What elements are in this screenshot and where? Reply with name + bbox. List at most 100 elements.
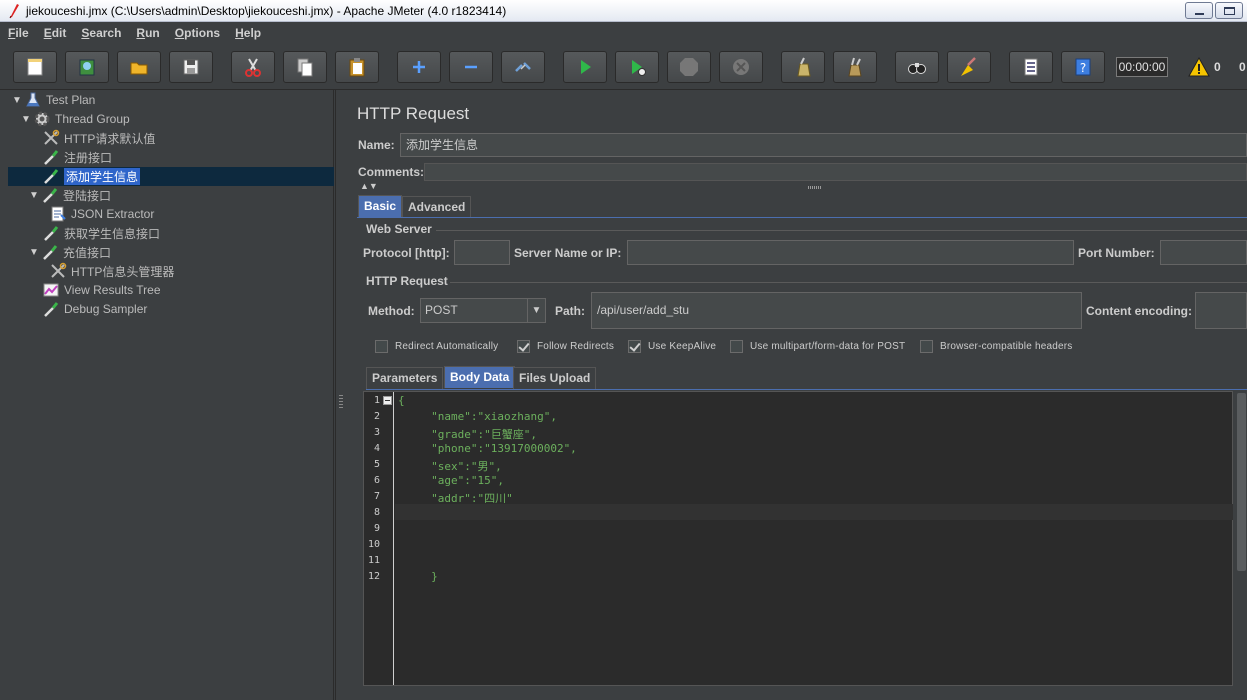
- warning-icon[interactable]: [1188, 56, 1210, 78]
- protocol-input[interactable]: [454, 240, 510, 265]
- port-number-input[interactable]: [1160, 240, 1247, 265]
- open-button[interactable]: [117, 51, 161, 83]
- shutdown-icon: [733, 59, 749, 75]
- minimize-button[interactable]: [1185, 2, 1213, 19]
- tree-node-add-student[interactable]: 添加学生信息: [42, 167, 141, 185]
- paste-icon: [349, 58, 365, 77]
- templates-button[interactable]: [65, 51, 109, 83]
- tab-advanced[interactable]: Advanced: [402, 196, 472, 218]
- menu-file[interactable]: File: [6, 26, 31, 40]
- tree-node-thread-group[interactable]: ▼ Thread Group: [21, 110, 130, 128]
- browser-compatible-headers-checkbox[interactable]: Browser-compatible headers: [920, 340, 1072, 353]
- sampler-pipette-icon: [44, 226, 59, 241]
- use-keepalive-checkbox[interactable]: Use KeepAlive: [628, 340, 716, 353]
- menu-edit[interactable]: Edit: [42, 26, 69, 40]
- tree-node-label: 获取学生信息接口: [64, 226, 161, 241]
- start-button[interactable]: [563, 51, 607, 83]
- tree-node-header-manager[interactable]: HTTP信息头管理器: [49, 262, 174, 280]
- reset-search-button[interactable]: [947, 51, 991, 83]
- tree-node-http-defaults[interactable]: HTTP请求默认值: [42, 129, 155, 147]
- checkbox-box[interactable]: [375, 340, 388, 353]
- redirect-automatically-checkbox[interactable]: Redirect Automatically: [375, 340, 498, 353]
- method-select[interactable]: POST ▼: [420, 298, 546, 323]
- comments-label: Comments:: [358, 165, 425, 179]
- expand-all-button[interactable]: [397, 51, 441, 83]
- tree-node-login-api[interactable]: ▼ 登陆接口: [29, 186, 111, 204]
- tree-expand-arrow-icon[interactable]: ▼: [12, 95, 22, 106]
- collapse-arrows-icon[interactable]: ▲▼: [360, 181, 378, 191]
- chevron-down-icon[interactable]: ▼: [527, 299, 545, 322]
- body-data-editor[interactable]: 1 2 3 4 5 6 7 8 9 10 11 12 { "name":"xia…: [363, 391, 1233, 686]
- search-button[interactable]: [895, 51, 939, 83]
- fold-collapse-icon[interactable]: [383, 396, 392, 405]
- save-button[interactable]: [169, 51, 213, 83]
- tree-node-register-api[interactable]: 注册接口: [42, 148, 112, 166]
- function-helper-button[interactable]: [1009, 51, 1053, 83]
- tree-expand-arrow-icon[interactable]: ▼: [21, 114, 31, 125]
- name-input[interactable]: 添加学生信息: [400, 133, 1247, 157]
- tree-expand-arrow-icon[interactable]: ▼: [29, 190, 39, 201]
- tree-node-recharge-api[interactable]: ▼ 充值接口: [29, 243, 111, 261]
- line-number-gutter: 1 2 3 4 5 6 7 8 9 10 11 12: [364, 392, 394, 685]
- clear-button[interactable]: [781, 51, 825, 83]
- copy-button[interactable]: [283, 51, 327, 83]
- shutdown-button[interactable]: [719, 51, 763, 83]
- use-multipart-checkbox[interactable]: Use multipart/form-data for POST: [730, 340, 905, 353]
- tab-body-data[interactable]: Body Data: [444, 366, 516, 388]
- tab-basic[interactable]: Basic: [358, 195, 403, 217]
- new-button[interactable]: [13, 51, 57, 83]
- cut-button[interactable]: [231, 51, 275, 83]
- window-title: jiekouceshi.jmx (C:\Users\admin\Desktop\…: [26, 4, 507, 18]
- tree-expand-arrow-icon[interactable]: ▼: [29, 247, 39, 258]
- code-line: "addr":"四川": [398, 492, 513, 505]
- tree-node-debug-sampler[interactable]: Debug Sampler: [42, 300, 147, 318]
- tree-node-label: HTTP信息头管理器: [71, 264, 175, 279]
- code-line: "name":"xiaozhang",: [398, 410, 557, 423]
- menu-run[interactable]: Run: [134, 26, 161, 40]
- toolbar: ?: [0, 44, 1247, 90]
- checkbox-box[interactable]: [920, 340, 933, 353]
- group-divider: [436, 230, 1247, 231]
- templates-icon: [79, 59, 95, 76]
- checkbox-box[interactable]: [730, 340, 743, 353]
- clear-all-button[interactable]: [833, 51, 877, 83]
- editor-vertical-scrollbar[interactable]: [1235, 391, 1247, 686]
- tree-node-json-extractor[interactable]: JSON Extractor: [49, 205, 154, 223]
- help-button[interactable]: ?: [1061, 51, 1105, 83]
- panel-title: HTTP Request: [357, 104, 470, 123]
- toggle-button[interactable]: [501, 51, 545, 83]
- paste-button[interactable]: [335, 51, 379, 83]
- search-icon: [908, 63, 926, 74]
- stop-button[interactable]: [667, 51, 711, 83]
- minimize-icon: [1195, 13, 1204, 15]
- tab-files-upload[interactable]: Files Upload: [513, 367, 597, 389]
- tree-node-test-plan[interactable]: ▼ Test Plan: [12, 91, 95, 109]
- save-icon: [183, 59, 199, 75]
- comments-input[interactable]: [424, 163, 1247, 181]
- maximize-button[interactable]: [1215, 2, 1243, 19]
- resize-grip-icon[interactable]: [808, 186, 822, 189]
- content-encoding-input[interactable]: [1195, 292, 1247, 329]
- config-wrench-icon: [44, 129, 60, 145]
- menu-search[interactable]: Search: [79, 26, 123, 40]
- server-name-input[interactable]: [627, 240, 1074, 265]
- path-input[interactable]: /api/user/add_stu: [591, 292, 1082, 329]
- tree-node-label: 登陆接口: [63, 188, 112, 203]
- collapse-all-button[interactable]: [449, 51, 493, 83]
- start-no-timers-button[interactable]: [615, 51, 659, 83]
- sampler-pipette-icon: [44, 302, 59, 317]
- menu-help[interactable]: Help: [233, 26, 263, 40]
- checkbox-box[interactable]: [517, 340, 530, 353]
- start-icon: [581, 60, 591, 74]
- group-divider: [450, 282, 1247, 283]
- menu-options[interactable]: Options: [173, 26, 222, 40]
- checkbox-label: Follow Redirects: [537, 341, 615, 352]
- checkbox-box[interactable]: [628, 340, 641, 353]
- tree-node-get-student-api[interactable]: 获取学生信息接口: [42, 224, 160, 242]
- pane-splitter[interactable]: [335, 90, 347, 700]
- scrollbar-thumb[interactable]: [1237, 393, 1246, 571]
- tree-node-view-results-tree[interactable]: View Results Tree: [42, 281, 161, 299]
- tab-parameters[interactable]: Parameters: [366, 367, 444, 389]
- follow-redirects-checkbox[interactable]: Follow Redirects: [517, 340, 614, 353]
- checkbox-label: Use multipart/form-data for POST: [750, 341, 906, 352]
